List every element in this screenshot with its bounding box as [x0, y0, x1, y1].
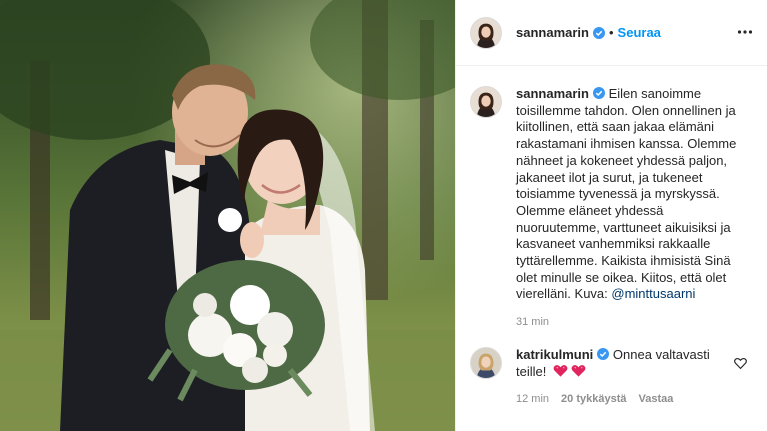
photographer-mention-link[interactable]: @minttusaarni	[611, 286, 695, 301]
verified-badge-icon	[597, 348, 610, 361]
post-photo[interactable]	[0, 0, 455, 431]
verified-badge-icon	[592, 87, 605, 99]
like-comment-heart-icon[interactable]	[734, 357, 747, 370]
caption: sannamarin Eilen sanoimme toisillemme ta…	[470, 86, 751, 303]
author-avatar[interactable]	[470, 16, 502, 49]
comment-item: katrikulmuni Onnea valtavasti teille!	[470, 347, 751, 380]
comment-meta: 12 min 20 tykkäystä Vastaa	[516, 393, 751, 405]
caption-username[interactable]: sannamarin	[516, 86, 589, 101]
post-header: sannamarin • Seuraa	[456, 0, 767, 66]
comment-text: katrikulmuni Onnea valtavasti teille!	[516, 347, 726, 380]
separator-dot: •	[608, 25, 614, 40]
sparkling-heart-emoji-icon	[571, 365, 586, 377]
follow-button[interactable]: Seuraa	[618, 25, 661, 40]
more-options-icon[interactable]	[737, 24, 753, 40]
commenter-username[interactable]: katrikulmuni	[516, 347, 593, 362]
sparkling-heart-emoji-icon	[553, 365, 568, 377]
post-sidebar: sannamarin • Seuraa sannamarin Eilen san…	[455, 0, 767, 431]
commenter-avatar[interactable]	[470, 347, 502, 380]
caption-avatar[interactable]	[470, 86, 502, 118]
comment-likes-count[interactable]: 20 tykkäystä	[561, 393, 626, 405]
author-username[interactable]: sannamarin	[516, 25, 589, 40]
verified-badge-icon	[592, 26, 605, 39]
comments-section: sannamarin Eilen sanoimme toisillemme ta…	[456, 66, 767, 405]
caption-body: Eilen sanoimme toisillemme tahdon. Olen …	[516, 86, 737, 302]
comment-timestamp[interactable]: 12 min	[516, 393, 549, 405]
caption-text: sannamarin Eilen sanoimme toisillemme ta…	[516, 86, 742, 303]
caption-timestamp[interactable]: 31 min	[516, 316, 751, 328]
reply-button[interactable]: Vastaa	[638, 393, 673, 405]
